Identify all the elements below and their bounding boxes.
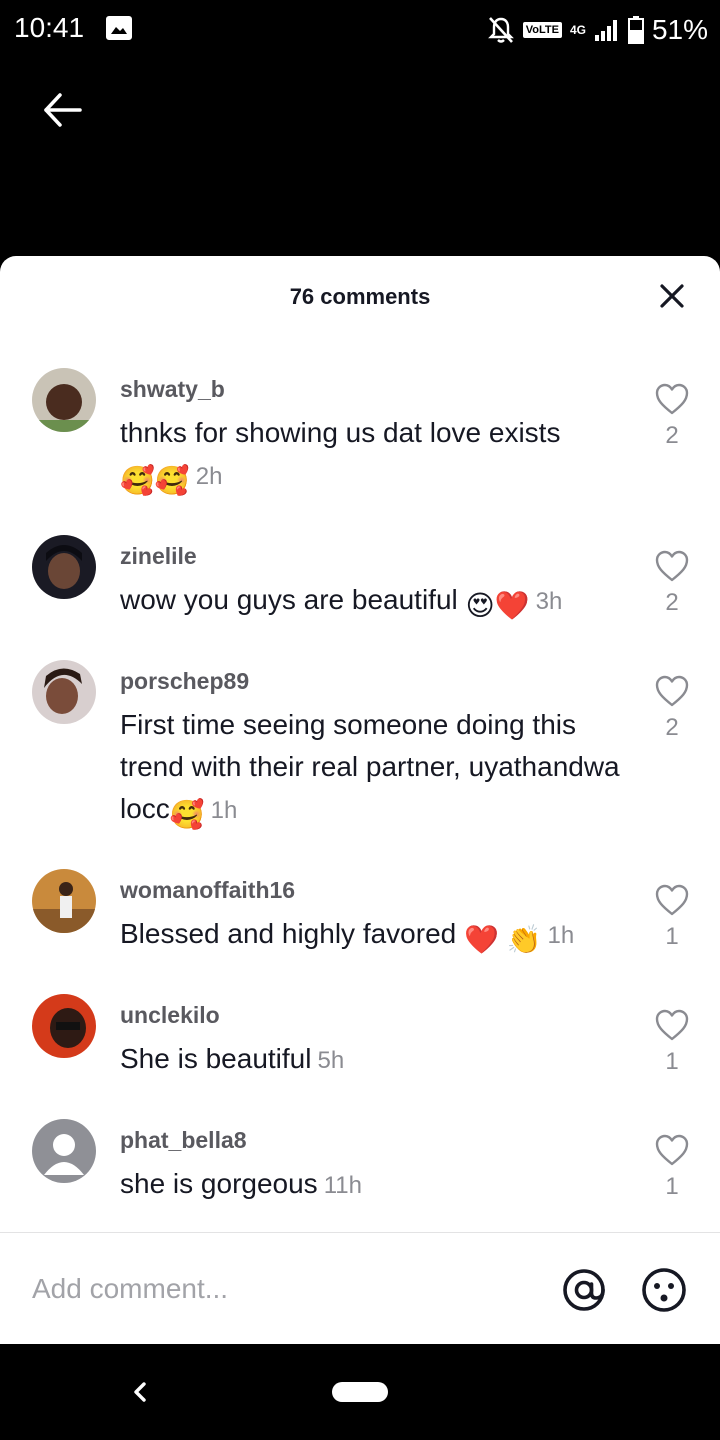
comment-time: 1h (210, 797, 238, 824)
signal-icon (594, 20, 617, 41)
comment-emoji: ❤️ 👏 (464, 924, 542, 955)
emoji-face-icon[interactable] (640, 1266, 688, 1314)
add-comment-input[interactable] (32, 1267, 532, 1311)
avatar[interactable] (32, 869, 96, 933)
comment-text: First time seeing someone doing this tre… (120, 704, 620, 836)
comment-emoji: 😍❤️ (465, 590, 530, 621)
comment-time: 1h (547, 922, 575, 949)
comment-body: she is gorgeous (120, 1168, 318, 1199)
comment-item: womanoffaith16 Blessed and highly favore… (0, 869, 720, 969)
comment-text: wow you guys are beautiful 😍❤️ 3h (120, 579, 620, 627)
avatar[interactable] (32, 368, 96, 432)
comment-username[interactable]: shwaty_b (120, 376, 225, 403)
comment-text: Blessed and highly favored ❤️ 👏 1h (120, 913, 620, 961)
comments-sheet: 76 comments shwaty_b thnks for showing u… (0, 256, 720, 1344)
avatar[interactable] (32, 1119, 96, 1183)
like-count: 1 (665, 923, 679, 950)
heart-icon[interactable] (654, 1133, 690, 1167)
gallery-notification-icon (106, 16, 132, 40)
comment-time: 5h (317, 1047, 345, 1074)
comment-username[interactable]: porschep89 (120, 668, 249, 695)
close-icon[interactable] (658, 282, 686, 310)
status-bar: 10:41 VoLTE 4G 51% (0, 0, 720, 60)
avatar[interactable] (32, 660, 96, 724)
system-nav-bar (0, 1344, 720, 1440)
comment-username[interactable]: zinelile (120, 543, 197, 570)
comment-composer (0, 1232, 720, 1344)
comment-username[interactable]: unclekilo (120, 1002, 220, 1029)
battery-percent: 51% (651, 14, 708, 45)
like-count: 1 (665, 1173, 679, 1200)
comment-body: wow you guys are beautiful (120, 584, 466, 615)
back-arrow-icon[interactable] (40, 88, 84, 132)
comment-time: 3h (535, 588, 563, 615)
comment-item: shwaty_b thnks for showing us dat love e… (0, 368, 720, 518)
heart-icon[interactable] (654, 674, 690, 708)
comment-item: porschep89 First time seeing someone doi… (0, 660, 720, 850)
comments-count-title: 76 comments (289, 284, 431, 309)
avatar[interactable] (32, 994, 96, 1058)
comment-item: phat_bella8 she is gorgeous 11h 1 (0, 1119, 720, 1219)
comment-username[interactable]: phat_bella8 (120, 1127, 247, 1154)
heart-icon[interactable] (654, 382, 690, 416)
comment-body: Blessed and highly favored (120, 918, 464, 949)
heart-icon[interactable] (654, 1008, 690, 1042)
comment-username[interactable]: womanoffaith16 (120, 877, 295, 904)
network-type: 4G (569, 23, 586, 37)
comment-text: She is beautiful 5h (120, 1038, 620, 1082)
heart-icon[interactable] (654, 883, 690, 917)
notifications-off-icon (487, 17, 514, 43)
battery-icon (627, 16, 644, 44)
home-pill-button[interactable] (332, 1382, 388, 1402)
like-count: 1 (665, 1048, 679, 1075)
volte-badge: VoLTE (522, 22, 562, 38)
like-count: 2 (665, 714, 679, 741)
comment-text: thnks for showing us dat love exists 🥰🥰 2… (120, 412, 620, 502)
like-count: 2 (665, 589, 679, 616)
status-icons: VoLTE 4G 51% (487, 12, 708, 48)
comment-body: thnks for showing us dat love exists (120, 417, 561, 448)
comment-emoji: 🥰🥰 (120, 465, 190, 496)
mention-icon[interactable] (560, 1266, 608, 1314)
comment-body: She is beautiful (120, 1043, 312, 1074)
comment-time: 2h (195, 463, 223, 490)
comment-text: she is gorgeous 11h (120, 1163, 620, 1207)
like-count: 2 (665, 422, 679, 449)
comment-item: zinelile wow you guys are beautiful 😍❤️ 3… (0, 535, 720, 635)
avatar[interactable] (32, 535, 96, 599)
heart-icon[interactable] (654, 549, 690, 583)
status-time: 10:41 (14, 12, 85, 43)
nav-back-icon[interactable] (126, 1376, 154, 1408)
comment-emoji: 🥰 (169, 799, 205, 830)
comment-item: unclekilo She is beautiful 5h 1 (0, 994, 720, 1094)
comment-time: 11h (323, 1172, 362, 1199)
